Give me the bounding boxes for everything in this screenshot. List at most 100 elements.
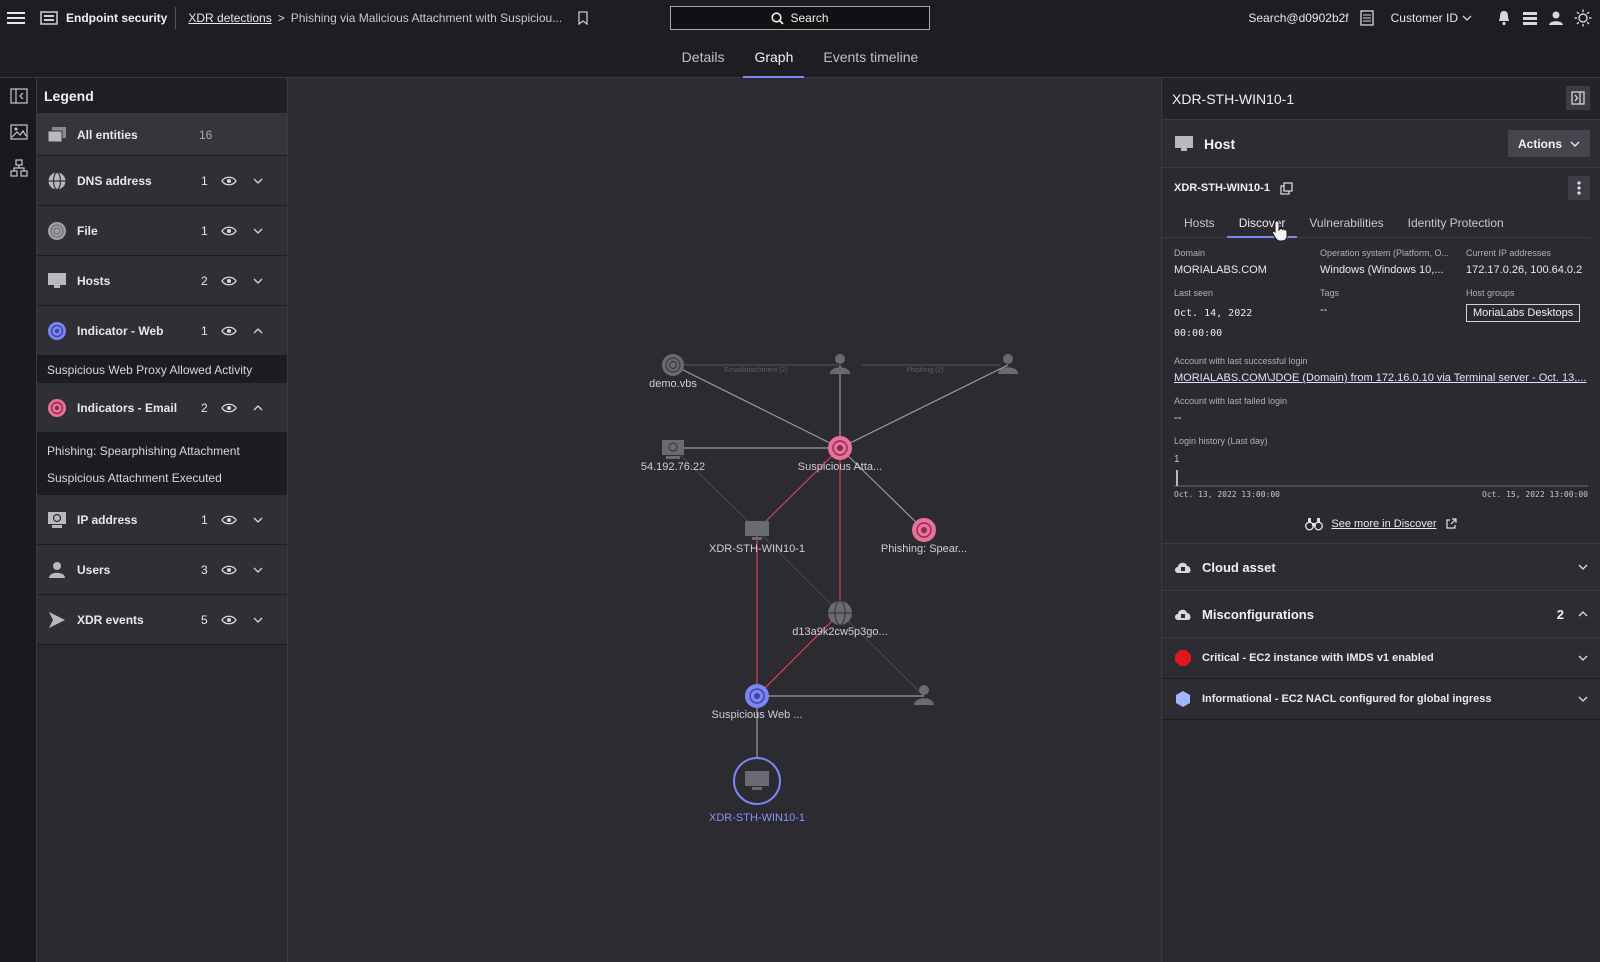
legend-item-xdr-events[interactable]: XDR events 5 <box>37 595 287 645</box>
node-host-2-selected[interactable] <box>733 757 781 805</box>
legend-item-dns[interactable]: DNS address 1 <box>37 156 287 206</box>
legend-item-file[interactable]: File 1 <box>37 206 287 256</box>
legend-item-users[interactable]: Users 3 <box>37 545 287 595</box>
chevron-up-icon[interactable] <box>253 327 263 335</box>
eye-icon[interactable] <box>221 614 237 626</box>
legend-item-hosts[interactable]: Hosts 2 <box>37 256 287 306</box>
bookmark-icon[interactable] <box>576 11 590 25</box>
misconfigurations-section[interactable]: Misconfigurations 2 <box>1162 591 1600 638</box>
chevron-down-icon[interactable] <box>253 227 263 235</box>
misconfiguration-row[interactable]: Informational - EC2 NACL configured for … <box>1162 679 1600 720</box>
subtab-vulnerabilities[interactable]: Vulnerabilities <box>1297 208 1395 237</box>
subtab-identity-protection[interactable]: Identity Protection <box>1396 208 1516 237</box>
breadcrumb-xdr-detections[interactable]: XDR detections <box>188 11 271 25</box>
cloud-lock-icon <box>1175 562 1191 573</box>
list-icon[interactable] <box>1359 10 1375 26</box>
tab-graph[interactable]: Graph <box>743 36 805 79</box>
graph-canvas[interactable]: EmailAttachment (2) Phishing (2) demo.vb… <box>288 78 1161 962</box>
eye-icon[interactable] <box>221 402 237 414</box>
legend-item-indicators-email[interactable]: Indicators - Email 2 <box>37 383 287 433</box>
xdr-event-icon <box>47 610 67 630</box>
bell-icon[interactable] <box>1496 10 1512 26</box>
chevron-down-icon[interactable] <box>253 616 263 624</box>
chevron-down-icon <box>1570 141 1580 147</box>
legend-label: XDR events <box>77 612 144 627</box>
node-host-1[interactable] <box>745 521 769 540</box>
host-group-badge[interactable]: MoriaLabs Desktops <box>1466 304 1581 322</box>
hostname: XDR-STH-WIN10-1 <box>1174 182 1270 194</box>
endpoint-app-icon <box>40 11 58 25</box>
chevron-down-icon[interactable] <box>253 277 263 285</box>
app-switcher[interactable]: Endpoint security <box>32 7 177 29</box>
cloud-asset-section[interactable]: Cloud asset <box>1162 544 1600 591</box>
see-more-discover-link[interactable]: See more in Discover <box>1162 504 1600 544</box>
node-suspicious-web[interactable] <box>745 684 769 708</box>
collapse-panel-button[interactable] <box>1566 86 1590 110</box>
node-user-3[interactable] <box>914 685 934 705</box>
breadcrumb: XDR detections > Phishing via Malicious … <box>176 11 590 25</box>
email-indicator-icon <box>47 398 67 418</box>
chevron-down-icon[interactable] <box>253 177 263 185</box>
entities-icon <box>47 125 67 145</box>
theme-sun-icon[interactable] <box>1574 9 1592 27</box>
eye-icon[interactable] <box>221 225 237 237</box>
eye-icon[interactable] <box>221 564 237 576</box>
customer-id-dropdown[interactable]: Customer ID <box>1391 11 1472 25</box>
user-icon <box>47 560 67 580</box>
copy-icon[interactable] <box>1280 181 1293 195</box>
field-label: Last seen <box>1174 288 1214 298</box>
actions-button[interactable]: Actions <box>1507 130 1590 157</box>
eye-icon[interactable] <box>221 175 237 187</box>
more-options-button[interactable] <box>1568 176 1590 200</box>
subtab-hosts[interactable]: Hosts <box>1172 208 1227 237</box>
eye-icon[interactable] <box>221 275 237 287</box>
user-search-id[interactable]: Search@d0902b2f <box>1248 11 1348 25</box>
legend-item-ip-address[interactable]: IP address 1 <box>37 495 287 545</box>
os-value: Windows (Windows 10,... <box>1320 264 1444 276</box>
account-icon[interactable] <box>1548 10 1564 26</box>
image-icon[interactable] <box>0 114 37 150</box>
chevron-down-icon[interactable] <box>253 566 263 574</box>
chevron-down-icon <box>1578 564 1588 570</box>
node-suspicious-attachment[interactable] <box>828 436 852 460</box>
field-label: Host groups <box>1466 288 1515 298</box>
list-item[interactable]: Phishing: Spearphishing Attachment <box>37 437 287 464</box>
chevron-down-icon <box>1578 696 1588 702</box>
chevron-down-icon <box>1462 15 1472 21</box>
eye-icon[interactable] <box>221 325 237 337</box>
chevron-down-icon[interactable] <box>253 516 263 524</box>
field-label: Operation system (Platform, O... <box>1320 248 1450 258</box>
chart-x-end: Oct. 15, 2022 13:00:00 <box>1482 490 1588 499</box>
node-user-2[interactable] <box>998 354 1018 374</box>
list-item[interactable]: Suspicious Attachment Executed <box>37 464 287 491</box>
hamburger-menu-icon[interactable] <box>0 0 32 36</box>
hierarchy-icon[interactable] <box>0 150 37 186</box>
legend-item-indicator-web[interactable]: Indicator - Web 1 <box>37 306 287 356</box>
chevron-up-icon[interactable] <box>253 404 263 412</box>
panel-header: XDR-STH-WIN10-1 <box>1162 78 1600 120</box>
panel-collapse-icon <box>1571 91 1585 105</box>
collapse-legend-icon[interactable] <box>0 78 37 114</box>
node-user-1[interactable] <box>830 354 850 374</box>
search-button[interactable]: Search <box>670 6 930 30</box>
stack-icon[interactable] <box>1522 10 1538 26</box>
tab-events-timeline[interactable]: Events timeline <box>812 36 929 78</box>
list-item[interactable]: Suspicious Web Proxy Allowed Activity <box>37 356 287 383</box>
tab-details[interactable]: Details <box>671 36 736 78</box>
customer-id-label: Customer ID <box>1390 11 1458 25</box>
node-label: Suspicious Web ... <box>711 709 803 721</box>
misconfiguration-row[interactable]: Critical - EC2 instance with IMDS v1 ena… <box>1162 638 1600 679</box>
domain-value: MORIALABS.COM <box>1174 264 1267 276</box>
web-indicator-icon <box>47 321 67 341</box>
eye-icon[interactable] <box>221 514 237 526</box>
misconfiguration-label: Informational - EC2 NACL configured for … <box>1202 693 1492 705</box>
last-seen-time: 00:00:00 <box>1174 328 1223 339</box>
last-success-login-link[interactable]: MORIALABS.COM\JDOE (Domain) from 172.16.… <box>1174 372 1588 384</box>
indicators-email-list: Phishing: Spearphishing Attachment Suspi… <box>37 433 287 495</box>
node-phishing[interactable] <box>912 518 936 542</box>
node-demo-vbs[interactable] <box>662 354 684 376</box>
see-more-label: See more in Discover <box>1331 517 1437 530</box>
legend-all-entities[interactable]: All entities 16 <box>37 114 287 156</box>
node-dns[interactable] <box>828 600 852 626</box>
legend-count: 2 <box>201 400 208 415</box>
